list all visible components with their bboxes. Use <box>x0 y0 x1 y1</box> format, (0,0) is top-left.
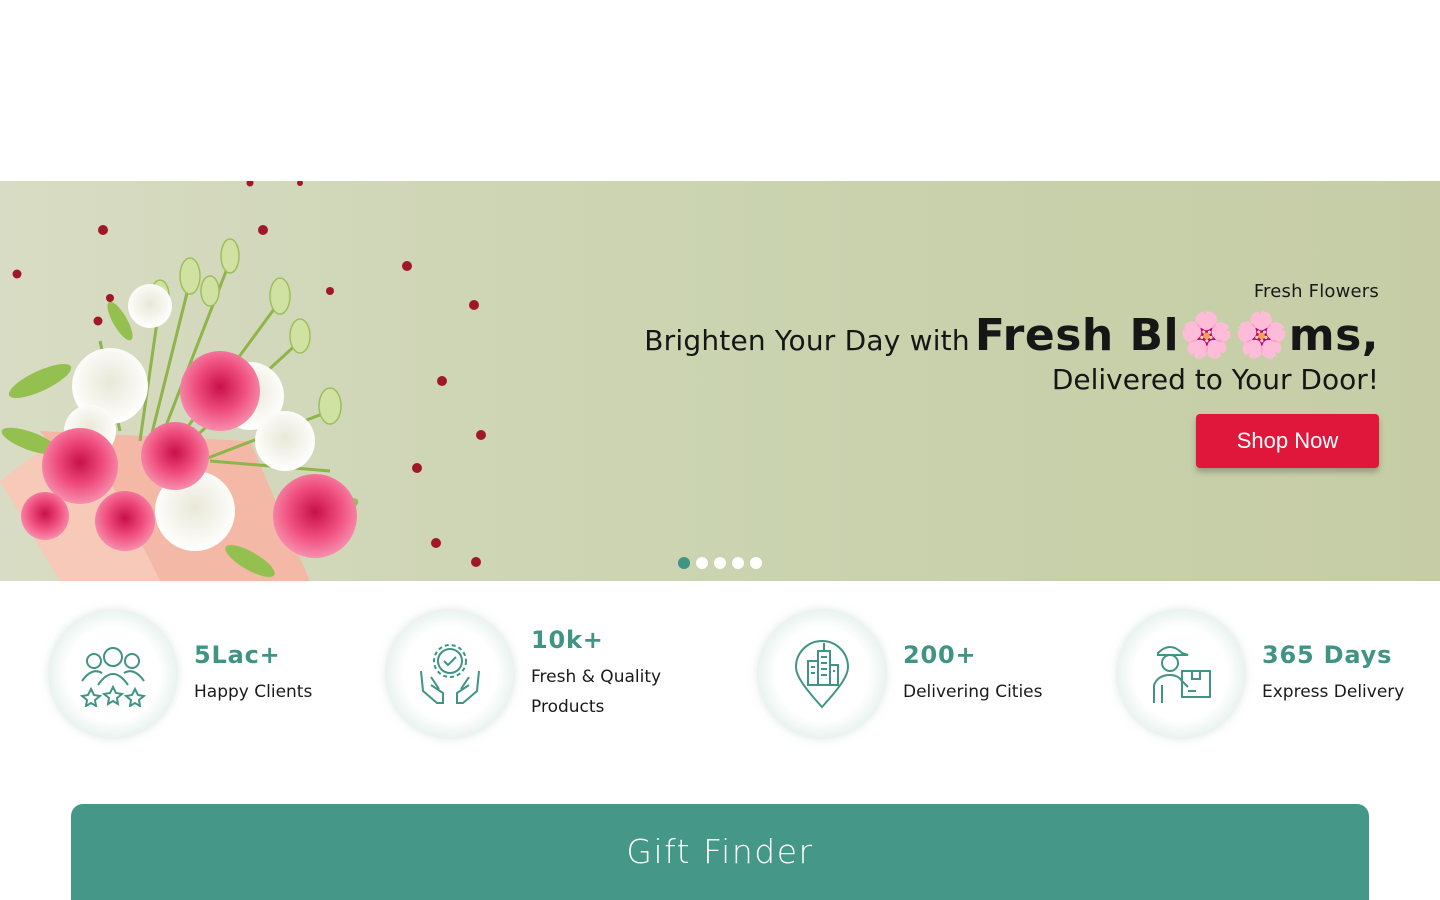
stat-label: Happy Clients <box>194 682 313 702</box>
blossom-icon: 🌸 <box>1179 310 1234 361</box>
carousel-dot[interactable] <box>750 557 762 569</box>
carousel-dot[interactable] <box>714 557 726 569</box>
stat-label: Express Delivery <box>1262 682 1405 702</box>
stat-icon-circle <box>1118 611 1244 737</box>
carousel-indicators <box>678 557 762 569</box>
hero-headline-big-start: Fresh Bl <box>974 310 1180 361</box>
carousel-dot[interactable] <box>696 557 708 569</box>
stat-value: 200+ <box>903 641 977 669</box>
happy-clients-icon <box>80 647 146 707</box>
hero-banner[interactable]: Fresh Flowers Brighten Your Day with Fre… <box>0 181 1440 581</box>
stat-happy-clients: 5Lac+ Happy Clients <box>50 611 312 737</box>
hero-text-block: Fresh Flowers Brighten Your Day with Fre… <box>644 281 1379 468</box>
gift-finder-panel[interactable]: Gift Finder <box>71 804 1369 900</box>
hero-headline: Brighten Your Day with Fresh Bl🌸🌸ms, <box>644 310 1379 361</box>
stat-icon-circle <box>387 611 513 737</box>
hero-headline-big-end: ms, <box>1288 310 1379 361</box>
gift-finder-title: Gift Finder <box>626 832 814 871</box>
header-area <box>0 0 1440 181</box>
stat-value: 10k+ <box>531 626 604 654</box>
shop-now-button[interactable]: Shop Now <box>1196 414 1379 468</box>
quality-badge-icon <box>420 644 480 704</box>
stat-express-delivery: 365 Days Express Delivery <box>1118 611 1404 737</box>
stat-icon-circle <box>50 611 176 737</box>
stat-value: 5Lac+ <box>194 641 281 669</box>
stat-value: 365 Days <box>1262 641 1393 669</box>
hero-eyebrow: Fresh Flowers <box>1253 281 1379 302</box>
stat-quality-products: 10k+ Fresh & Quality Products <box>387 611 681 737</box>
stats-strip: 5Lac+ Happy Clients 10k+ Fresh & Quality… <box>0 581 1440 771</box>
stat-delivering-cities: 200+ Delivering Cities <box>759 611 1043 737</box>
stat-label: Delivering Cities <box>903 682 1043 702</box>
hero-headline-prefix: Brighten Your Day with <box>644 324 970 357</box>
stat-icon-circle <box>759 611 885 737</box>
stat-label: Fresh & Quality Products <box>531 667 662 717</box>
delivery-person-icon <box>1153 646 1211 703</box>
carousel-dot[interactable] <box>678 557 690 569</box>
carousel-dot[interactable] <box>732 557 744 569</box>
blossom-icon: 🌸 <box>1233 310 1289 361</box>
city-location-icon <box>794 640 850 709</box>
hero-headline-line2: Delivered to Your Door! <box>1051 363 1379 396</box>
